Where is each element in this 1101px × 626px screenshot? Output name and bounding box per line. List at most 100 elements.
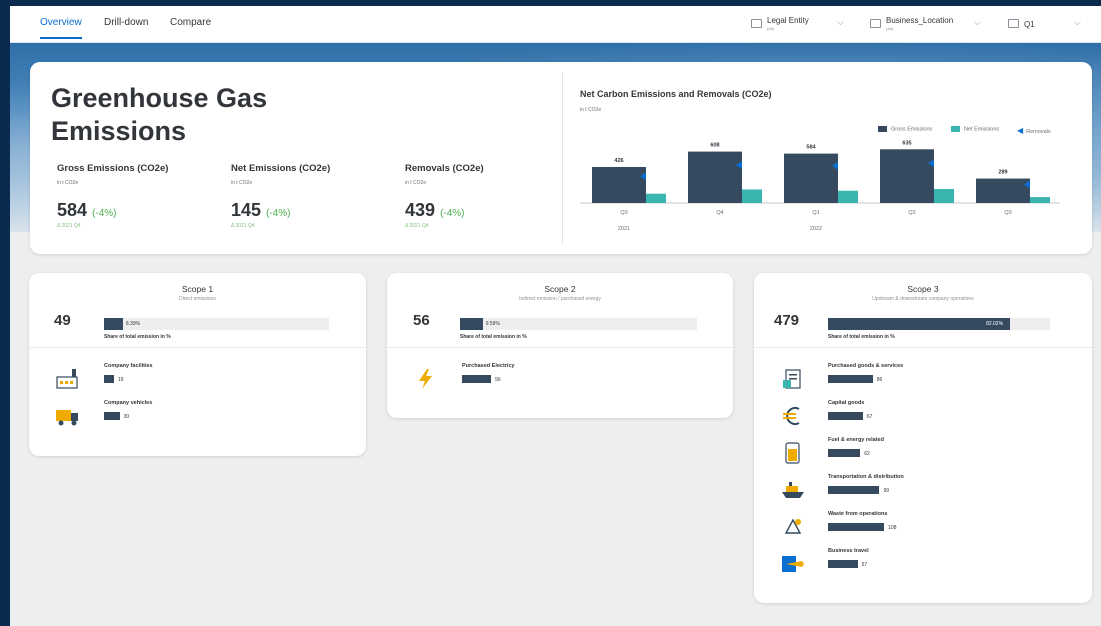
chevron-down-icon: ⌵ (1074, 17, 1081, 27)
share-label: Share of total emission in % (460, 334, 527, 340)
kpi-delta: (-4%) (440, 208, 465, 219)
item-bar[interactable] (462, 375, 492, 383)
ship-icon (780, 478, 806, 502)
scope-subtitle: Upstream & downstream company operations (872, 296, 974, 302)
item-bar[interactable] (828, 449, 861, 457)
item-bar[interactable] (828, 375, 873, 383)
share-percentage: 82.02% (986, 321, 1004, 327)
bar-gross-emissions[interactable] (880, 149, 934, 203)
kpi-unit: in t CO2e (231, 180, 253, 186)
card-separator (387, 347, 733, 348)
item-label: Capital goods (828, 400, 865, 406)
kpi-unit: in t CO2e (57, 180, 79, 186)
filter-icon (870, 19, 881, 28)
bar-data-label: 584 (806, 145, 816, 151)
scope-value: 49 (54, 312, 71, 329)
filter-icon (1008, 19, 1019, 28)
legend-swatch (951, 126, 960, 132)
chevron-down-icon: ⌵ (837, 17, 844, 27)
share-label: Share of total emission in % (828, 334, 895, 340)
item-label: Transportation & distribution (828, 474, 904, 480)
item-value: 19 (117, 377, 124, 383)
filter-icon (751, 19, 762, 28)
bar-data-label: 289 (998, 170, 1007, 176)
item-value: 67 (866, 414, 873, 420)
euro-icon (780, 404, 806, 428)
filter-label: Q1 (1024, 20, 1035, 29)
legend-removals[interactable]: ◀ Removals (1017, 126, 1051, 135)
x-tick-label: Q3 (620, 210, 627, 216)
bar-data-label: 608 (710, 143, 719, 149)
item-bar[interactable] (828, 412, 863, 420)
item-bar[interactable] (828, 486, 880, 494)
x-tick-label: Q2 (908, 210, 915, 216)
bar-gross-emissions[interactable] (592, 166, 646, 203)
bar-gross-emissions[interactable] (976, 178, 1030, 203)
bar-net-emissions[interactable] (742, 189, 762, 203)
share-bar[interactable]: 82.02% (828, 318, 1050, 330)
bar-gross-emissions[interactable] (688, 151, 742, 203)
x-tick-label: Q3 (1004, 210, 1011, 216)
scope-3-card: Scope 3 Upstream & downstream company ope… (754, 273, 1092, 603)
x-group-label: 2021 (618, 226, 630, 232)
x-tick-label: Q4 (716, 210, 723, 216)
legend-gross-emissions[interactable]: Gross Emissions (878, 126, 932, 132)
share-bar[interactable]: 8.39% (104, 318, 329, 330)
lightning-icon (413, 367, 439, 391)
factory-icon (55, 367, 81, 391)
page-title-line-2: Emissions (51, 116, 187, 146)
tab-compare[interactable]: Compare (170, 17, 211, 28)
item-bar[interactable] (828, 560, 858, 568)
item-bar[interactable] (104, 375, 114, 383)
chart-title: Net Carbon Emissions and Removals (CO2e) (580, 89, 772, 99)
bar-net-emissions[interactable] (934, 189, 954, 203)
bar-net-emissions[interactable] (1030, 197, 1050, 203)
bar-net-emissions[interactable] (838, 190, 858, 203)
app-frame: Overview Drill-down Compare Legal Entity… (10, 6, 1101, 626)
kpi-comparison: Δ 2021 Q4 (405, 223, 429, 229)
kpi-value-row: 439 (-4%) (405, 200, 465, 221)
filter-label: Business_Location (886, 16, 954, 25)
kpi-gross-emissions[interactable]: Gross Emissions (CO2e) in t CO2e 584 (-4… (57, 163, 227, 229)
bar-gross-emissions[interactable] (784, 153, 838, 203)
kpi-value-row: 145 (-4%) (231, 200, 291, 221)
scope-title: Scope 2 (544, 284, 576, 294)
bar-data-label: 426 (614, 158, 623, 164)
fuel-icon (780, 441, 806, 465)
item-value: 108 (888, 525, 897, 531)
scope-value: 56 (413, 312, 430, 329)
item-bar[interactable] (828, 523, 885, 531)
kpi-value-row: 584 (-4%) (57, 200, 117, 221)
scope-value: 479 (774, 312, 800, 329)
page-title: Greenhouse Gas Emissions (51, 82, 351, 148)
emissions-chart: 426 Q3 608 Q4 584 Q1 635 Q2 289 Q3 2021 2022 (580, 140, 1060, 232)
plane-icon (780, 552, 806, 576)
kpi-net-emissions[interactable]: Net Emissions (CO2e) in t CO2e 145 (-4%)… (231, 163, 401, 229)
tab-drill-down[interactable]: Drill-down (104, 17, 148, 28)
share-bar[interactable]: 9.59% (460, 318, 697, 330)
kpi-title: Removals (CO2e) (405, 163, 484, 174)
share-bar-fill (828, 318, 1011, 330)
tab-overview[interactable]: Overview (40, 17, 82, 39)
item-label: Company vehicles (104, 400, 153, 406)
legend-label: Removals (1026, 129, 1051, 135)
item-bar[interactable] (104, 412, 120, 420)
kpi-value: 439 (405, 200, 436, 220)
filter-value: (All) (886, 26, 894, 31)
legend-label: Gross Emissions (891, 126, 933, 133)
scope-2-card: Scope 2 Indirect emission / purchased ene… (387, 273, 733, 418)
kpi-comparison: Δ 2021 Q4 (57, 223, 81, 229)
filter-value: (All) (767, 26, 775, 31)
legend-label: Net Emissions (964, 126, 1000, 133)
kpi-value: 584 (57, 200, 88, 220)
bar-net-emissions[interactable] (646, 193, 666, 203)
item-value: 86 (876, 377, 883, 383)
card-separator (29, 347, 366, 348)
kpi-comparison: Δ 2021 Q4 (231, 223, 255, 229)
item-label: Waste from operations (828, 511, 888, 517)
kpi-removals[interactable]: Removals (CO2e) in t CO2e 439 (-4%) Δ 20… (405, 163, 575, 229)
bar-data-label: 635 (902, 140, 911, 146)
scope-title: Scope 1 (181, 284, 214, 294)
legend-net-emissions[interactable]: Net Emissions (951, 126, 999, 132)
item-label: Fuel & energy related (828, 437, 884, 443)
